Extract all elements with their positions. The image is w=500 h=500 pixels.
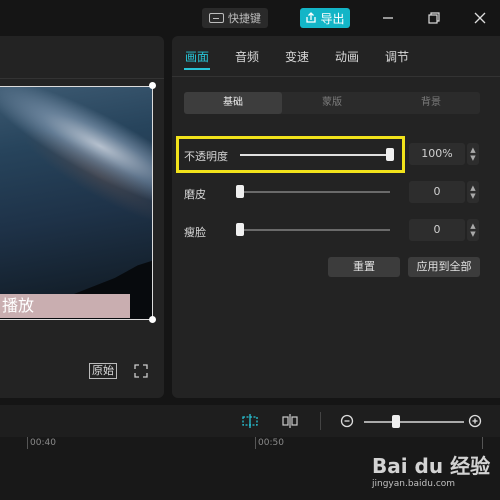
ruler-mark-50: 00:50: [258, 438, 284, 448]
tabs-divider: [172, 76, 500, 77]
opacity-stepper[interactable]: ▲ ▼: [467, 143, 479, 165]
close-icon: [474, 12, 486, 24]
stepper-up-icon[interactable]: ▲: [470, 146, 475, 154]
apply-all-button[interactable]: 应用到全部: [408, 257, 480, 277]
stepper-up-icon[interactable]: ▲: [470, 222, 475, 230]
stepper-down-icon[interactable]: ▼: [470, 230, 475, 238]
ruler-tick: [255, 437, 256, 449]
preview-divider: [0, 78, 164, 79]
face-slim-stepper[interactable]: ▲ ▼: [467, 219, 479, 241]
smoothing-label: 磨皮: [184, 188, 206, 201]
properties-panel: [172, 36, 500, 398]
ruler-tick: [27, 437, 28, 449]
segment-mask[interactable]: 蒙版: [282, 92, 382, 114]
toolbar-divider: [320, 412, 321, 430]
zoom-out-icon[interactable]: [340, 414, 355, 429]
restore-icon: [428, 12, 440, 24]
fullscreen-icon[interactable]: [134, 364, 148, 378]
shortcut-label: 快捷键: [228, 12, 261, 25]
zoom-slider-track[interactable]: [364, 421, 464, 423]
face-slim-value-input[interactable]: 0: [409, 219, 465, 241]
opacity-value-input[interactable]: 100%: [409, 143, 465, 165]
reset-button[interactable]: 重置: [328, 257, 400, 277]
stepper-down-icon[interactable]: ▼: [470, 192, 475, 200]
tab-animation[interactable]: 动画: [335, 48, 359, 65]
export-label: 导出: [320, 11, 345, 26]
face-slim-slider-track[interactable]: [240, 229, 390, 231]
snap-icon[interactable]: [241, 413, 259, 429]
opacity-slider-fill: [240, 154, 390, 156]
face-slim-label: 瘦脸: [184, 226, 206, 239]
stepper-down-icon[interactable]: ▼: [470, 154, 475, 162]
baidu-watermark-logo: Bai du 经验: [372, 454, 491, 478]
smoothing-slider-handle[interactable]: [236, 185, 244, 198]
smoothing-slider-track[interactable]: [240, 191, 390, 193]
tab-adjust[interactable]: 调节: [385, 48, 409, 65]
selection-frame: [0, 86, 153, 320]
restore-button[interactable]: [424, 8, 444, 28]
shortcut-button[interactable]: 快捷键: [202, 8, 268, 28]
smoothing-stepper[interactable]: ▲ ▼: [467, 181, 479, 203]
opacity-label: 不透明度: [184, 150, 228, 163]
tab-audio[interactable]: 音频: [235, 48, 259, 65]
minimize-button[interactable]: [378, 8, 398, 28]
export-icon: [306, 12, 317, 23]
tab-picture[interactable]: 画面: [185, 48, 209, 65]
zoom-slider-handle[interactable]: [392, 415, 400, 428]
opacity-slider-handle[interactable]: [386, 148, 394, 161]
ruler-tick: [482, 437, 483, 449]
split-icon[interactable]: [281, 413, 299, 429]
original-ratio-button[interactable]: 原始: [89, 363, 117, 379]
resize-handle-top-right[interactable]: [149, 82, 156, 89]
smoothing-value-input[interactable]: 0: [409, 181, 465, 203]
face-slim-slider-handle[interactable]: [236, 223, 244, 236]
active-tab-indicator: [184, 68, 210, 70]
segment-basic[interactable]: 基础: [184, 92, 282, 114]
keyboard-icon: [209, 13, 224, 23]
baidu-watermark-url: jingyan.baidu.com: [372, 479, 456, 489]
close-button[interactable]: [470, 8, 490, 28]
export-button[interactable]: 导出: [300, 8, 350, 28]
ruler-mark-40: 00:40: [30, 438, 56, 448]
stepper-up-icon[interactable]: ▲: [470, 184, 475, 192]
segment-background[interactable]: 背景: [382, 92, 480, 114]
tab-speed[interactable]: 变速: [285, 48, 309, 65]
resize-handle-bottom-right[interactable]: [149, 316, 156, 323]
zoom-in-icon[interactable]: [468, 414, 483, 429]
minimize-icon: [383, 17, 393, 19]
